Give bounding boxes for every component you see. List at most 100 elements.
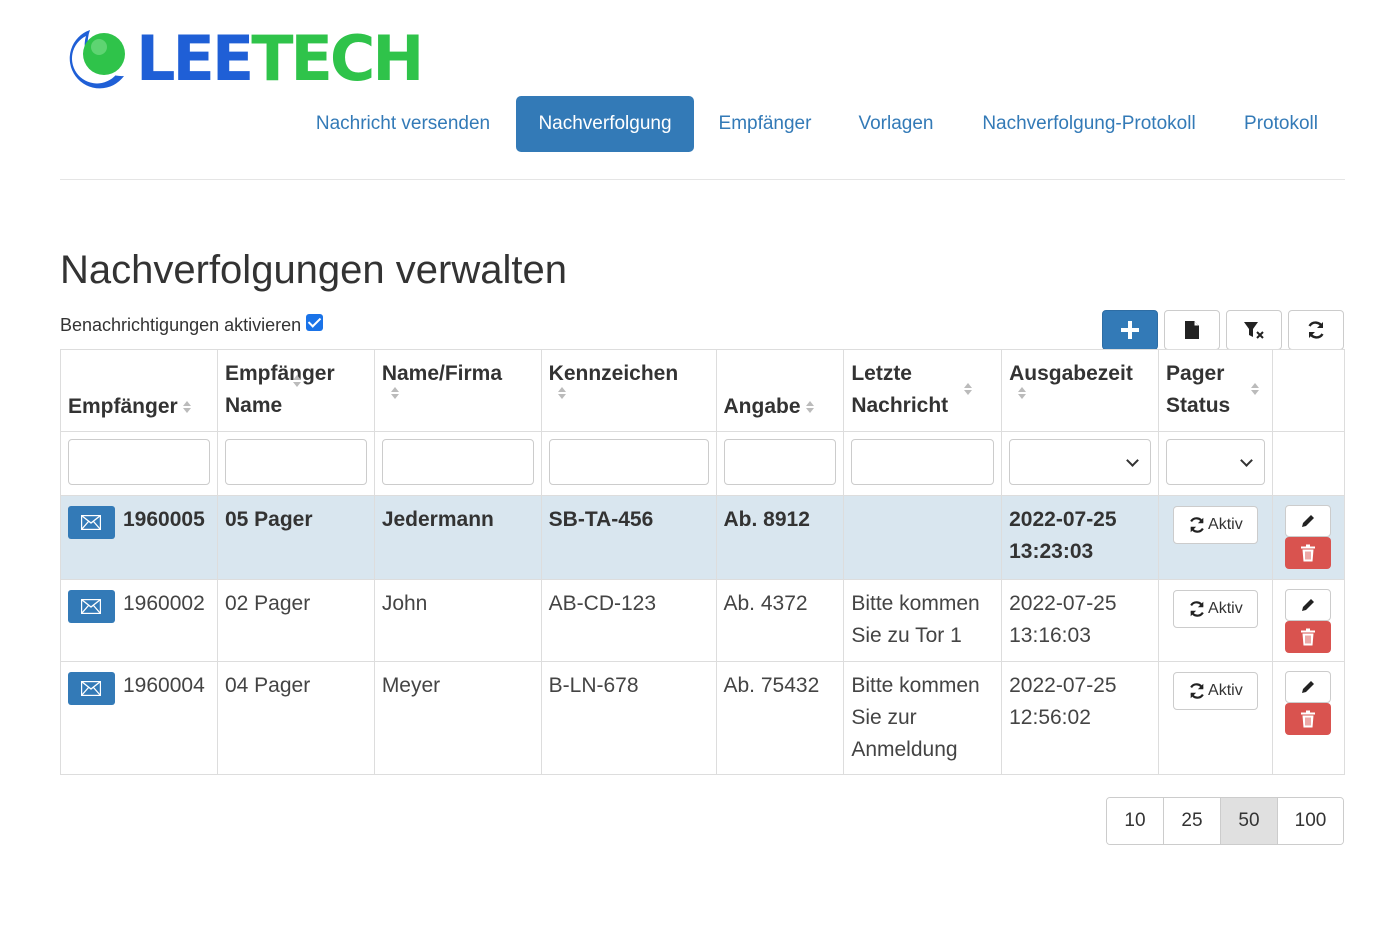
- edit-button[interactable]: [1285, 671, 1332, 703]
- filter-kennzeichen-input[interactable]: [548, 439, 709, 485]
- table-row[interactable]: 1960002 02 Pager John AB-CD-123 Ab. 4372…: [60, 579, 1346, 662]
- refresh-icon: [1190, 601, 1204, 617]
- filter-cell: [843, 431, 1003, 496]
- filter-cell: [373, 431, 542, 496]
- delete-button[interactable]: [1285, 537, 1332, 569]
- cell-ausgabezeit: 2022-07-25 13:16:03: [1001, 579, 1160, 662]
- tracking-table: Empfänger Empfänger Name Name/Firma Kennz…: [60, 349, 1346, 775]
- delete-button[interactable]: [1285, 621, 1332, 653]
- notifications-label: Benachrichtigungen aktivieren: [60, 315, 302, 335]
- refresh-button[interactable]: [1288, 310, 1344, 350]
- refresh-icon: [1190, 517, 1204, 533]
- filter-cell: [1001, 431, 1160, 496]
- cell-actions: [1271, 661, 1346, 775]
- page-size-50-button[interactable]: 50: [1220, 798, 1277, 844]
- cell-empfaenger: 1960004: [60, 661, 218, 775]
- sort-icon: [805, 400, 815, 414]
- status-toggle-button[interactable]: Aktiv: [1173, 506, 1258, 544]
- pencil-icon: [1302, 681, 1315, 693]
- send-message-button[interactable]: [68, 506, 115, 539]
- col-header-kennzeichen[interactable]: Kennzeichen: [540, 349, 717, 432]
- page-size-100-button[interactable]: 100: [1277, 798, 1343, 844]
- table-toolbar: [1102, 310, 1344, 350]
- cell-kennzeichen: SB-TA-456: [540, 495, 717, 580]
- nav-nachverfolgung[interactable]: Nachverfolgung: [516, 96, 694, 152]
- add-button[interactable]: [1102, 310, 1158, 350]
- edit-button[interactable]: [1285, 589, 1332, 621]
- cell-empfaenger: 1960002: [60, 579, 218, 662]
- cell-pager-status: Aktiv: [1158, 495, 1273, 580]
- cell-pager-status: Aktiv: [1158, 579, 1273, 662]
- cell-kennzeichen: B-LN-678: [540, 661, 717, 775]
- trash-icon: [1301, 628, 1316, 646]
- notifications-checkbox[interactable]: [306, 314, 324, 331]
- sort-icon: [390, 386, 400, 400]
- envelope-icon: [81, 515, 101, 530]
- page-size-25-button[interactable]: 25: [1163, 798, 1220, 844]
- table-row[interactable]: 1960004 04 Pager Meyer B-LN-678 Ab. 7543…: [60, 661, 1346, 775]
- filter-ausgabezeit-select[interactable]: [1009, 439, 1152, 485]
- nav-nachverfolgung-protokoll[interactable]: Nachverfolgung-Protokoll: [968, 96, 1210, 152]
- col-header-angabe[interactable]: Angabe: [715, 349, 845, 432]
- filter-empfaenger-name-input[interactable]: [224, 439, 367, 485]
- status-toggle-button[interactable]: Aktiv: [1173, 672, 1258, 710]
- cell-angabe: Ab. 4372: [715, 579, 845, 662]
- cell-angabe: Ab. 8912: [715, 495, 845, 580]
- plus-icon: [1121, 321, 1139, 339]
- col-header-letzte-nachricht[interactable]: Letzte Nachricht: [843, 349, 1003, 432]
- cell-empfaenger-name: 04 Pager: [216, 661, 375, 775]
- logo-text: LEETECH: [136, 22, 424, 95]
- cell-angabe: Ab. 75432: [715, 661, 845, 775]
- sort-icon: [557, 386, 567, 400]
- send-message-button[interactable]: [68, 672, 115, 705]
- delete-button[interactable]: [1285, 703, 1332, 735]
- cell-kennzeichen: AB-CD-123: [540, 579, 717, 662]
- col-header-ausgabezeit[interactable]: Ausgabezeit: [1001, 349, 1160, 432]
- col-header-empfaenger-name[interactable]: Empfänger Name: [216, 349, 375, 432]
- table-row[interactable]: 1960005 05 Pager Jedermann SB-TA-456 Ab.…: [60, 495, 1346, 580]
- cell-name-firma: Meyer: [373, 661, 542, 775]
- nav-protokoll[interactable]: Protokoll: [1230, 96, 1332, 152]
- edit-button[interactable]: [1285, 505, 1332, 537]
- nav-vorlagen[interactable]: Vorlagen: [846, 96, 946, 152]
- sort-icon: [292, 374, 302, 388]
- col-header-name-firma[interactable]: Name/Firma: [373, 349, 542, 432]
- export-button[interactable]: [1164, 310, 1220, 350]
- col-header-empfaenger[interactable]: Empfänger: [60, 349, 218, 432]
- page-size-selector: 10 25 50 100: [1106, 797, 1344, 845]
- nav-nachricht-versenden[interactable]: Nachricht versenden: [300, 96, 506, 152]
- filter-name-firma-input[interactable]: [381, 439, 534, 485]
- filter-angabe-input[interactable]: [723, 439, 837, 485]
- sort-icon: [963, 382, 973, 396]
- cell-empfaenger-name: 02 Pager: [216, 579, 375, 662]
- cell-letzte-nachricht: Bitte kommen Sie zu Tor 1: [843, 579, 1003, 662]
- col-header-pager-status[interactable]: Pager Status: [1158, 349, 1273, 432]
- sort-icon: [1017, 386, 1027, 400]
- refresh-icon: [1190, 683, 1204, 699]
- nav-empfaenger[interactable]: Empfänger: [706, 96, 824, 152]
- cell-letzte-nachricht: [843, 495, 1003, 580]
- send-message-button[interactable]: [68, 590, 115, 623]
- file-icon: [1185, 321, 1199, 339]
- logo[interactable]: LEETECH: [60, 22, 424, 95]
- trash-icon: [1301, 710, 1316, 728]
- filter-letzte-nachricht-input[interactable]: [851, 439, 995, 485]
- filter-clear-icon: [1244, 322, 1264, 339]
- cell-actions: [1271, 495, 1346, 580]
- status-toggle-button[interactable]: Aktiv: [1173, 590, 1258, 628]
- cell-empfaenger: 1960005: [60, 495, 218, 580]
- sort-icon: [1250, 382, 1260, 396]
- filter-pager-status-select[interactable]: [1166, 439, 1265, 485]
- cell-empfaenger-name: 05 Pager: [216, 495, 375, 580]
- filter-cell: [216, 431, 375, 496]
- refresh-icon: [1308, 321, 1324, 339]
- page-size-10-button[interactable]: 10: [1107, 798, 1163, 844]
- logo-globe-icon: [69, 30, 125, 89]
- filter-cell: [715, 431, 845, 496]
- sort-icon: [182, 400, 192, 414]
- envelope-icon: [81, 681, 101, 696]
- filter-cell: [540, 431, 717, 496]
- filter-empfaenger-input[interactable]: [68, 439, 210, 485]
- filter-cell: [1158, 431, 1273, 496]
- clear-filter-button[interactable]: [1226, 310, 1282, 350]
